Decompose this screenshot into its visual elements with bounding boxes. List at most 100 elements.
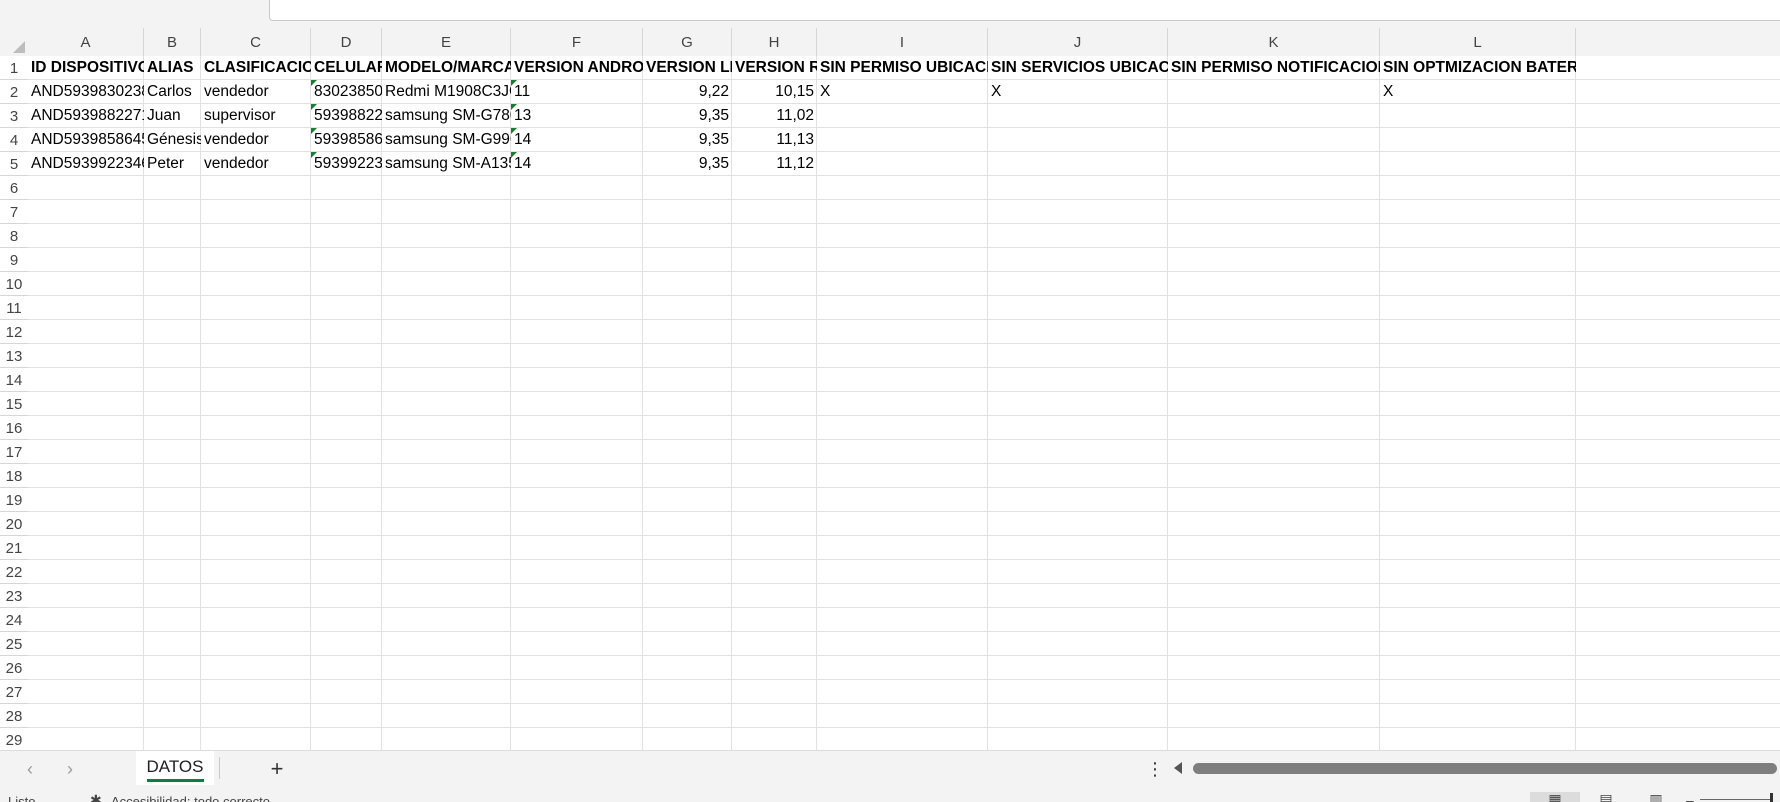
row-header-2[interactable]: 2 (0, 80, 28, 104)
number-as-text-warning-icon[interactable] (311, 80, 317, 86)
scroll-left-icon[interactable] (1174, 762, 1182, 774)
data-cell[interactable]: Carlos (144, 80, 201, 104)
data-cell[interactable] (988, 104, 1168, 128)
number-as-text-warning-icon[interactable] (511, 80, 517, 86)
zoom-slider-thumb[interactable] (1770, 793, 1773, 802)
row-header-10[interactable]: 10 (0, 272, 28, 296)
number-as-text-warning-icon[interactable] (511, 128, 517, 134)
zoom-out-button[interactable]: – (1686, 792, 1694, 802)
row-header-7[interactable]: 7 (0, 200, 28, 224)
data-cell[interactable]: Génesis (144, 128, 201, 152)
data-cell[interactable]: 14 (511, 128, 643, 152)
column-header-e[interactable]: E (382, 28, 511, 56)
data-cell[interactable]: 11,02 (732, 104, 817, 128)
row-header-15[interactable]: 15 (0, 392, 28, 416)
header-cell[interactable]: SIN PERMISO UBICACION (817, 56, 988, 80)
add-sheet-button[interactable]: + (264, 756, 290, 782)
column-header-c[interactable]: C (201, 28, 311, 56)
sheet-tab-datos[interactable]: DATOS (136, 751, 214, 785)
data-cell[interactable]: 59398822 (311, 104, 382, 128)
header-cell[interactable]: CLASIFICACION (201, 56, 311, 80)
normal-view-button[interactable]: ▦ (1530, 792, 1580, 802)
row-header-28[interactable]: 28 (0, 704, 28, 728)
accessibility-icon[interactable]: ✱ (90, 792, 102, 802)
row-header-5[interactable]: 5 (0, 152, 28, 176)
data-cell[interactable]: vendedor (201, 128, 311, 152)
column-header-k[interactable]: K (1168, 28, 1380, 56)
data-cell[interactable] (817, 152, 988, 176)
data-cell[interactable]: AND5939882271 (28, 104, 144, 128)
data-cell[interactable]: AND5939830238 (28, 80, 144, 104)
row-header-13[interactable]: 13 (0, 344, 28, 368)
header-cell[interactable]: ALIAS (144, 56, 201, 80)
data-cell[interactable]: X (817, 80, 988, 104)
data-cell[interactable] (1168, 104, 1380, 128)
column-header-f[interactable]: F (511, 28, 643, 56)
select-all-button[interactable] (0, 28, 28, 56)
header-cell[interactable]: VERSION LM (643, 56, 732, 80)
data-cell[interactable]: 10,15 (732, 80, 817, 104)
chevron-left-icon[interactable]: ‹ (18, 757, 42, 781)
column-header-j[interactable]: J (988, 28, 1168, 56)
row-header-22[interactable]: 22 (0, 560, 28, 584)
data-cell[interactable]: 9,22 (643, 80, 732, 104)
row-header-16[interactable]: 16 (0, 416, 28, 440)
data-cell[interactable]: 11,12 (732, 152, 817, 176)
data-cell[interactable]: X (1380, 80, 1576, 104)
data-cell[interactable]: 11,13 (732, 128, 817, 152)
row-header-24[interactable]: 24 (0, 608, 28, 632)
number-as-text-warning-icon[interactable] (311, 128, 317, 134)
header-cell[interactable]: SIN SERVICIOS UBICACION (988, 56, 1168, 80)
row-header-9[interactable]: 9 (0, 248, 28, 272)
column-header-h[interactable]: H (732, 28, 817, 56)
horizontal-scrollbar[interactable] (1193, 763, 1777, 774)
data-cell[interactable]: X (988, 80, 1168, 104)
row-header-12[interactable]: 12 (0, 320, 28, 344)
row-header-8[interactable]: 8 (0, 224, 28, 248)
header-cell[interactable]: SIN PERMISO NOTIFICACIONES (1168, 56, 1380, 80)
column-header-i[interactable]: I (817, 28, 988, 56)
header-cell[interactable]: MODELO/MARCA (382, 56, 511, 80)
number-as-text-warning-icon[interactable] (511, 104, 517, 110)
data-cell[interactable] (1168, 80, 1380, 104)
data-cell[interactable] (988, 128, 1168, 152)
row-header-20[interactable]: 20 (0, 512, 28, 536)
header-cell[interactable]: VERSION RX (732, 56, 817, 80)
row-header-11[interactable]: 11 (0, 296, 28, 320)
data-cell[interactable]: 13 (511, 104, 643, 128)
data-cell[interactable]: vendedor (201, 152, 311, 176)
number-as-text-warning-icon[interactable] (311, 104, 317, 110)
row-header-3[interactable]: 3 (0, 104, 28, 128)
data-cell[interactable]: 83023850 (311, 80, 382, 104)
data-cell[interactable] (1380, 104, 1576, 128)
row-header-4[interactable]: 4 (0, 128, 28, 152)
data-cell[interactable]: vendedor (201, 80, 311, 104)
row-header-6[interactable]: 6 (0, 176, 28, 200)
data-cell[interactable]: 9,35 (643, 104, 732, 128)
row-header-21[interactable]: 21 (0, 536, 28, 560)
more-options-icon[interactable]: ⋮ (1146, 757, 1164, 781)
data-cell[interactable] (817, 128, 988, 152)
header-cell[interactable]: ID DISPOSITIVO (28, 56, 144, 80)
header-cell[interactable]: VERSION ANDROID (511, 56, 643, 80)
row-header-29[interactable]: 29 (0, 728, 28, 750)
data-cell[interactable]: Juan (144, 104, 201, 128)
header-cell[interactable]: CELULAR (311, 56, 382, 80)
row-header-26[interactable]: 26 (0, 656, 28, 680)
data-cell[interactable]: 14 (511, 152, 643, 176)
zoom-slider[interactable] (1700, 799, 1772, 800)
page-break-view-button[interactable]: ▥ (1644, 792, 1668, 802)
column-header-l[interactable]: L (1380, 28, 1576, 56)
chevron-right-icon[interactable]: › (58, 757, 82, 781)
accessibility-status[interactable]: Accesibilidad: todo correcto (111, 794, 270, 802)
data-cell[interactable]: AND5939922346 (28, 152, 144, 176)
data-cell[interactable]: Peter (144, 152, 201, 176)
header-cell[interactable]: SIN OPTMIZACION BATERIA (1380, 56, 1576, 80)
data-cell[interactable] (1380, 152, 1576, 176)
page-layout-view-button[interactable]: ▤ (1594, 792, 1618, 802)
column-header-d[interactable]: D (311, 28, 382, 56)
row-header-18[interactable]: 18 (0, 464, 28, 488)
number-as-text-warning-icon[interactable] (511, 152, 517, 158)
column-header-b[interactable]: B (144, 28, 201, 56)
row-header-27[interactable]: 27 (0, 680, 28, 704)
